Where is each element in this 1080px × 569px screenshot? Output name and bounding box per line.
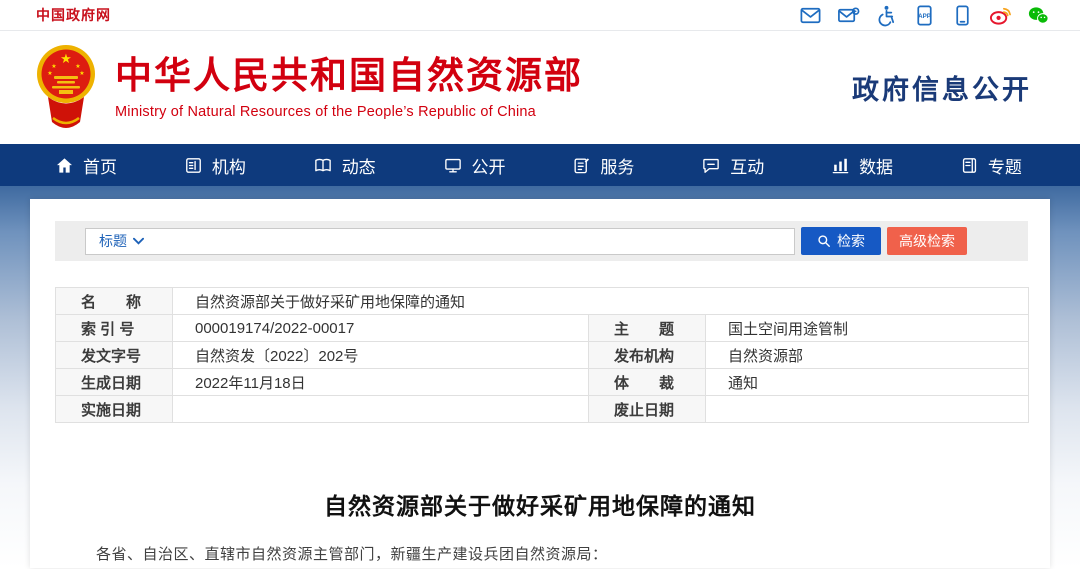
- meta-value-name: 自然资源部关于做好采矿用地保障的通知: [173, 288, 1029, 315]
- svg-text:APP: APP: [918, 12, 931, 19]
- mail-subscribe-icon[interactable]: [837, 4, 860, 27]
- search-box: 标题: [85, 228, 795, 255]
- meta-label-docnum: 发文字号: [56, 342, 173, 369]
- nav-label: 机构: [212, 153, 246, 178]
- wechat-icon[interactable]: [1027, 4, 1050, 27]
- nav-item-topics[interactable]: 专题: [960, 153, 1022, 178]
- meta-label-implementation: 实施日期: [56, 396, 173, 423]
- meta-value-genre: 通知: [706, 369, 1029, 396]
- national-emblem-icon: ★ ★ ★ ★ ★: [35, 42, 97, 134]
- app-icon[interactable]: APP: [913, 4, 936, 27]
- table-row: 索 引 号 000019174/2022-00017 主 题 国土空间用途管制: [56, 315, 1029, 342]
- search-button-label: 检索: [837, 231, 865, 251]
- svg-text:★: ★: [51, 63, 56, 70]
- search-icon: [817, 234, 831, 248]
- nav-label: 公开: [472, 153, 506, 178]
- search-field-selector[interactable]: 标题: [99, 231, 144, 251]
- nav-item-data[interactable]: 数据: [831, 153, 893, 178]
- svg-text:★: ★: [60, 51, 72, 66]
- site-header: ★ ★ ★ ★ ★ 中华人民共和国自然资源部 Ministry of Natur…: [0, 31, 1080, 144]
- search-field-label: 标题: [99, 231, 127, 251]
- meta-value-created: 2022年11月18日: [173, 369, 589, 396]
- meta-label-subject: 主 题: [589, 315, 706, 342]
- nav-item-service[interactable]: 服务: [572, 153, 634, 178]
- document-salutation: 各省、自治区、直辖市自然资源主管部门，新疆生产建设兵团自然资源局：: [65, 543, 1015, 564]
- nav-label: 动态: [342, 153, 376, 178]
- nav-label: 首页: [83, 153, 117, 178]
- meta-value-index: 000019174/2022-00017: [173, 315, 589, 342]
- nav-label: 数据: [859, 153, 893, 178]
- weibo-icon[interactable]: [989, 4, 1012, 27]
- interact-icon: [701, 156, 721, 175]
- meta-value-repeal: [706, 396, 1029, 423]
- meta-value-implementation: [173, 396, 589, 423]
- topbar-icon-group: APP: [799, 4, 1050, 27]
- organization-icon: [184, 156, 203, 175]
- meta-label-name: 名 称: [56, 288, 173, 315]
- nav-label: 互动: [730, 153, 764, 178]
- primary-nav: 首页 机构 动态 公开 服务 互动 数据 专题: [0, 144, 1080, 186]
- ministry-title-en: Ministry of Natural Resources of the Peo…: [115, 104, 583, 120]
- data-icon: [831, 156, 850, 175]
- ministry-title-cn: 中华人民共和国自然资源部: [115, 55, 583, 98]
- meta-label-index: 索 引 号: [56, 315, 173, 342]
- table-row: 实施日期 废止日期: [56, 396, 1029, 423]
- topics-icon: [960, 156, 979, 175]
- gov-info-disclosure-title[interactable]: 政府信息公开: [852, 68, 1032, 107]
- meta-value-docnum: 自然资发〔2022〕202号: [173, 342, 589, 369]
- content-card: 标题 检索 高级检索 名 称 自然资源部关于做好采矿用地保障的通知 索 引 号: [30, 199, 1050, 568]
- nav-label: 服务: [600, 153, 634, 178]
- meta-label-publisher: 发布机构: [589, 342, 706, 369]
- page-background: 标题 检索 高级检索 名 称 自然资源部关于做好采矿用地保障的通知 索 引 号: [0, 186, 1080, 568]
- nav-label: 专题: [988, 153, 1022, 178]
- mail-icon[interactable]: [799, 4, 822, 27]
- document-title: 自然资源部关于做好采矿用地保障的通知: [30, 487, 1050, 521]
- brand-text: 中华人民共和国自然资源部 Ministry of Natural Resourc…: [115, 55, 583, 120]
- search-input[interactable]: [144, 229, 794, 254]
- table-row: 发文字号 自然资发〔2022〕202号 发布机构 自然资源部: [56, 342, 1029, 369]
- chevron-down-icon: [133, 237, 144, 245]
- search-button[interactable]: 检索: [801, 227, 881, 255]
- svg-text:★: ★: [47, 70, 52, 77]
- gov-site-link[interactable]: 中国政府网: [36, 5, 111, 25]
- news-icon: [313, 156, 333, 175]
- disclosure-icon: [443, 156, 463, 175]
- svg-text:★: ★: [75, 63, 80, 70]
- table-row: 名 称 自然资源部关于做好采矿用地保障的通知: [56, 288, 1029, 315]
- nav-item-news[interactable]: 动态: [313, 153, 376, 178]
- ministry-brand[interactable]: ★ ★ ★ ★ ★ 中华人民共和国自然资源部 Ministry of Natur…: [35, 42, 583, 134]
- meta-label-repeal: 废止日期: [589, 396, 706, 423]
- home-icon: [55, 156, 74, 175]
- nav-item-interact[interactable]: 互动: [701, 153, 764, 178]
- mobile-icon[interactable]: [951, 4, 974, 27]
- nav-item-organization[interactable]: 机构: [184, 153, 246, 178]
- accessibility-icon[interactable]: [875, 4, 898, 27]
- table-row: 生成日期 2022年11月18日 体 裁 通知: [56, 369, 1029, 396]
- top-utility-bar: 中国政府网 APP: [0, 0, 1080, 31]
- search-bar: 标题 检索 高级检索: [55, 221, 1028, 261]
- meta-value-publisher: 自然资源部: [706, 342, 1029, 369]
- meta-label-created: 生成日期: [56, 369, 173, 396]
- nav-item-disclosure[interactable]: 公开: [443, 153, 506, 178]
- meta-label-genre: 体 裁: [589, 369, 706, 396]
- document-metadata-table: 名 称 自然资源部关于做好采矿用地保障的通知 索 引 号 000019174/2…: [55, 287, 1029, 423]
- service-icon: [572, 156, 591, 175]
- svg-text:★: ★: [79, 70, 84, 77]
- advanced-search-button[interactable]: 高级检索: [887, 227, 967, 255]
- advanced-search-label: 高级检索: [899, 231, 955, 251]
- nav-item-home[interactable]: 首页: [55, 153, 117, 178]
- meta-value-subject: 国土空间用途管制: [706, 315, 1029, 342]
